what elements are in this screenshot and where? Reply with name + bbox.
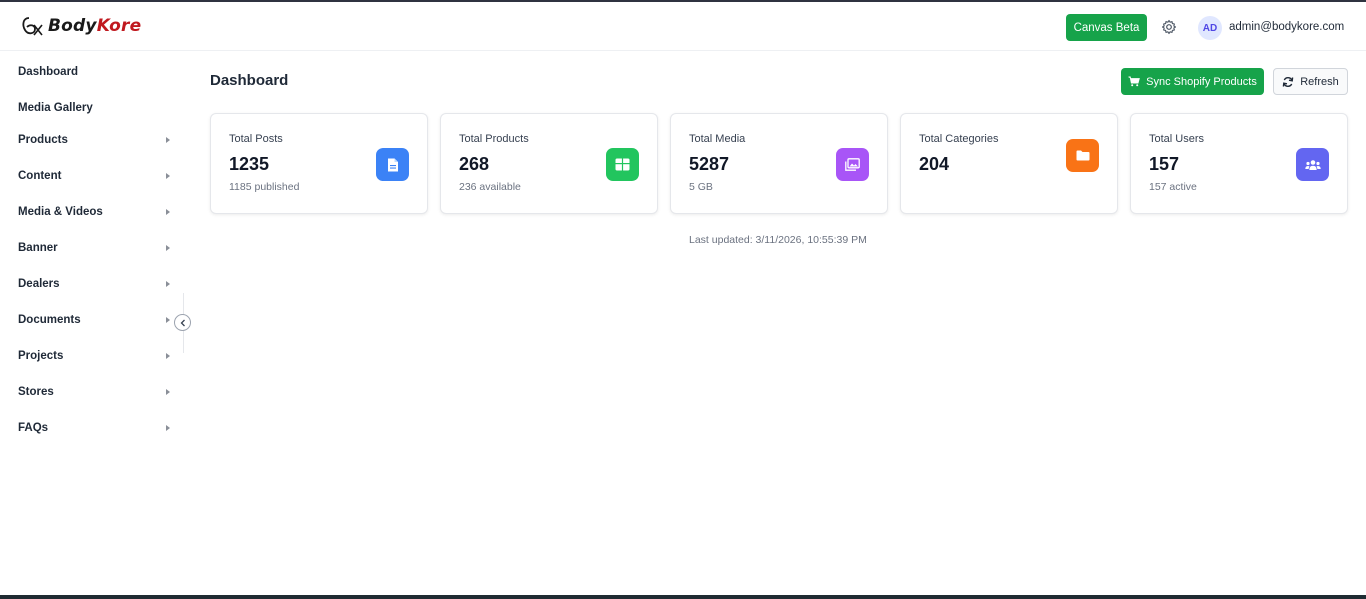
stat-label: Total Categories [919,133,999,145]
logo-body-text: Body [48,16,97,36]
stat-value: 1235 [229,154,270,174]
document-icon [376,148,409,181]
stat-label: Total Media [689,133,746,145]
users-icon [1296,148,1329,181]
sidebar-item-media-gallery[interactable]: Media Gallery [18,98,174,118]
user-email[interactable]: admin@bodykore.com [1229,21,1344,33]
stat-value: 157 [1149,154,1180,174]
refresh-icon [1282,76,1294,87]
sidebar-item-label: Stores [18,386,54,398]
sidebar-item-content[interactable]: Content [18,166,174,186]
caret-right-icon [166,173,170,179]
caret-right-icon [166,209,170,215]
stat-value: 5287 [689,154,730,174]
page-title: Dashboard [210,72,289,89]
stat-card-categories: Total Categories 204 [900,113,1118,214]
stat-label: Total Products [459,133,529,145]
folder-icon [1066,139,1099,172]
caret-right-icon [166,281,170,287]
collapse-sidebar-button[interactable] [174,314,191,331]
avatar[interactable]: AD [1198,16,1222,40]
caret-right-icon [166,245,170,251]
sidebar-item-label: Media Gallery [18,102,93,114]
sidebar-item-products[interactable]: Products [18,130,174,150]
stat-card-media: Total Media 5287 5 GB [670,113,888,214]
caret-right-icon [166,137,170,143]
sidebar-item-faqs[interactable]: FAQs [18,418,174,438]
stat-card-users: Total Users 157 157 active [1130,113,1348,214]
caret-right-icon [166,425,170,431]
stat-sub: 5 GB [689,181,713,193]
sidebar-item-label: Documents [18,314,81,326]
box-icon [606,148,639,181]
chevron-left-icon [180,319,185,326]
image-icon [836,148,869,181]
top-header: BodyKore Canvas Beta AD admin@bodykore.c… [0,2,1366,51]
sidebar: Dashboard Media Gallery Products Content… [0,52,184,592]
logo-kore-text: Kore [96,16,142,36]
sidebar-item-label: Content [18,170,62,182]
sidebar-item-dashboard[interactable]: Dashboard [18,62,174,82]
stat-label: Total Users [1149,133,1205,145]
sidebar-item-label: FAQs [18,422,49,434]
last-updated-text: Last updated: 3/11/2026, 10:55:39 PM [689,234,867,246]
sidebar-item-label: Banner [18,242,58,254]
stat-value: 204 [919,154,950,174]
sidebar-item-media-videos[interactable]: Media & Videos [18,202,174,222]
sidebar-item-dealers[interactable]: Dealers [18,274,174,294]
sidebar-item-label: Projects [18,350,64,362]
sidebar-item-label: Dealers [18,278,60,290]
caret-right-icon [166,353,170,359]
logo-mark-icon [22,17,43,36]
sidebar-item-projects[interactable]: Projects [18,346,174,366]
stat-card-products: Total Products 268 236 available [440,113,658,214]
sync-shopify-button[interactable]: Sync Shopify Products [1121,68,1264,95]
caret-right-icon [166,389,170,395]
logo-wordmark: BodyKore [48,16,141,36]
sidebar-item-banner[interactable]: Banner [18,238,174,258]
sidebar-item-documents[interactable]: Documents [18,310,174,330]
bottom-border [0,595,1366,599]
sidebar-item-stores[interactable]: Stores [18,382,174,402]
stat-sub: 236 available [459,181,521,193]
cart-icon [1128,76,1141,87]
refresh-button-label: Refresh [1300,75,1339,88]
canvas-beta-button[interactable]: Canvas Beta [1066,14,1147,41]
refresh-button[interactable]: Refresh [1273,68,1348,95]
sidebar-item-label: Products [18,134,68,146]
stat-sub: 1185 published [229,181,300,193]
gear-icon[interactable] [1161,19,1177,35]
stat-label: Total Posts [229,133,283,145]
stat-card-posts: Total Posts 1235 1185 published [210,113,428,214]
sync-button-label: Sync Shopify Products [1146,75,1257,88]
sidebar-item-label: Media & Videos [18,206,103,218]
stat-sub: 157 active [1149,181,1197,193]
sidebar-item-label: Dashboard [18,66,79,78]
brand-logo[interactable]: BodyKore [20,14,141,38]
stat-value: 268 [459,154,490,174]
caret-right-icon [166,317,170,323]
